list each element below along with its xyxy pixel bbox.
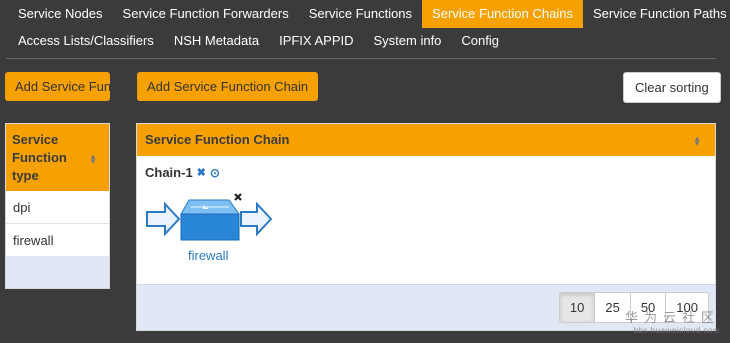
delete-chain-icon[interactable]: ✖ <box>197 166 206 179</box>
clear-sorting-button[interactable]: Clear sorting <box>623 72 721 103</box>
main-nav: Service Nodes Service Function Forwarder… <box>0 0 730 59</box>
service-function-chain-table: Service Function Chain ▲ ▼ Chain-1 ✖ ⊙ fi… <box>136 123 716 331</box>
arrow-out-icon <box>240 201 273 237</box>
chain-name: Chain-1 <box>145 165 193 180</box>
column-header-sf-type[interactable]: Service Function type ▲ ▼ <box>6 124 109 191</box>
nav-row-2: Access Lists/Classifiers NSH Metadata IP… <box>8 27 509 55</box>
table-row-dpi[interactable]: dpi <box>6 191 109 224</box>
page-size-10-button[interactable]: 10 <box>558 292 596 323</box>
table-footer <box>6 256 109 288</box>
nav-ipfix-appid[interactable]: IPFIX APPID <box>269 27 363 55</box>
nav-divider <box>6 58 716 59</box>
add-service-function-chain-button[interactable]: Add Service Function Chain <box>137 72 319 101</box>
nav-system-info[interactable]: System info <box>364 27 452 55</box>
column-header-label: Service Function Chain <box>145 132 290 147</box>
watermark: 华为云社区 bbs.huaweicloud.com <box>625 307 720 335</box>
sort-icon[interactable]: ▲ ▼ <box>693 135 701 148</box>
firewall-icon[interactable] <box>180 199 240 241</box>
remove-function-icon[interactable] <box>234 193 242 201</box>
nav-service-nodes[interactable]: Service Nodes <box>8 0 113 28</box>
nav-row-1: Service Nodes Service Function Forwarder… <box>8 0 730 28</box>
nav-service-function-paths[interactable]: Service Function Paths <box>583 0 730 28</box>
nav-nsh-metadata[interactable]: NSH Metadata <box>164 27 269 55</box>
function-label-firewall[interactable]: firewall <box>188 248 228 263</box>
column-header-sfc[interactable]: Service Function Chain ▲ ▼ <box>137 124 715 156</box>
deploy-chain-icon[interactable]: ⊙ <box>210 166 220 180</box>
add-service-function-button[interactable]: Add Service Function <box>5 72 110 101</box>
table-row-firewall[interactable]: firewall <box>6 224 109 257</box>
watermark-url: bbs.huaweicloud.com <box>633 326 720 335</box>
nav-access-lists[interactable]: Access Lists/Classifiers <box>8 27 164 55</box>
nav-service-functions[interactable]: Service Functions <box>299 0 422 28</box>
sort-icon[interactable]: ▲ ▼ <box>89 153 97 166</box>
nav-service-function-chains[interactable]: Service Function Chains <box>422 0 583 28</box>
arrow-in-icon <box>146 201 181 237</box>
service-function-type-table: Service Function type ▲ ▼ dpi firewall <box>5 123 110 289</box>
nav-config[interactable]: Config <box>451 27 509 55</box>
column-header-label: Service Function type <box>12 132 67 183</box>
chain-title: Chain-1 ✖ ⊙ <box>145 165 220 180</box>
watermark-title: 华为云社区 <box>624 310 720 325</box>
nav-service-function-forwarders[interactable]: Service Function Forwarders <box>113 0 299 28</box>
